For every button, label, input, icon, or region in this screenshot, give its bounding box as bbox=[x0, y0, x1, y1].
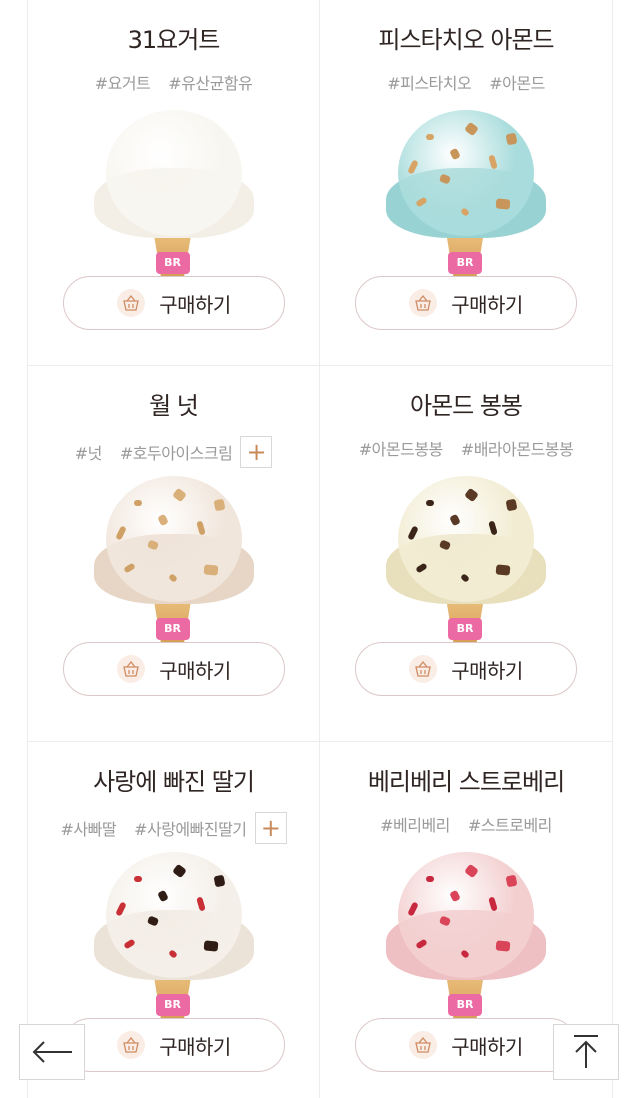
hashtag[interactable]: #아몬드 bbox=[489, 70, 545, 94]
buy-label: 구매하기 bbox=[451, 658, 523, 683]
hashtag[interactable]: #넛 bbox=[75, 440, 103, 464]
scoop bbox=[105, 110, 242, 236]
cone-logo: BR bbox=[155, 252, 190, 274]
ice-cream-image[interactable]: BR bbox=[93, 846, 254, 1020]
ice-cream-image[interactable]: BR bbox=[386, 846, 546, 1020]
cone-logo: BR bbox=[448, 618, 482, 640]
product-name: 월 넛 bbox=[149, 392, 199, 420]
buy-label: 구매하기 bbox=[159, 292, 231, 317]
basket-icon bbox=[117, 1031, 146, 1059]
inclusion bbox=[505, 498, 518, 512]
product-tags: #피스타치오 #아몬드 bbox=[320, 70, 612, 94]
cone-logo: BR bbox=[448, 994, 482, 1016]
hashtag[interactable]: #사빠딸 bbox=[60, 816, 116, 840]
hashtag[interactable]: #피스타치오 bbox=[387, 70, 472, 94]
arrow-up-to-top-icon bbox=[574, 1035, 598, 1068]
hashtag[interactable]: #베리베리 bbox=[380, 812, 450, 836]
inclusion bbox=[213, 874, 225, 888]
more-tags-button[interactable]: + bbox=[254, 812, 287, 844]
product-tags: #넛 #호두아이스크림 + bbox=[28, 436, 319, 468]
inclusion bbox=[426, 134, 434, 140]
inclusion bbox=[203, 564, 218, 576]
inclusion bbox=[495, 940, 511, 952]
product-card: 31요거트 #요거트 #유산균함유 BR 구매하기 bbox=[28, 0, 320, 366]
buy-button[interactable]: 구매하기 bbox=[355, 1018, 577, 1072]
cone-logo: BR bbox=[155, 994, 190, 1016]
product-tags: #요거트 #유산균함유 bbox=[28, 70, 319, 94]
hashtag[interactable]: #배라아몬드봉봉 bbox=[461, 436, 574, 460]
inclusion bbox=[426, 500, 434, 506]
more-tags-button[interactable]: + bbox=[240, 436, 273, 468]
ice-cream-image[interactable]: BR bbox=[386, 470, 546, 644]
product-tags: #베리베리 #스트로베리 bbox=[320, 812, 612, 836]
ice-cream-image[interactable]: BR bbox=[93, 470, 254, 644]
basket-icon bbox=[117, 289, 146, 317]
buy-button[interactable]: 구매하기 bbox=[63, 1018, 285, 1072]
product-card: 아몬드 봉봉 #아몬드봉봉 #배라아몬드봉봉 BR 구매하기 bbox=[320, 366, 612, 742]
inclusion bbox=[505, 874, 518, 888]
buy-label: 구매하기 bbox=[159, 1034, 231, 1059]
cone-logo: BR bbox=[448, 252, 482, 274]
cone-logo: BR bbox=[155, 618, 190, 640]
hashtag[interactable]: #유산균함유 bbox=[168, 70, 253, 94]
product-tags: #아몬드봉봉 #배라아몬드봉봉 bbox=[320, 436, 612, 460]
buy-label: 구매하기 bbox=[451, 1034, 523, 1059]
product-name: 아몬드 봉봉 bbox=[409, 392, 523, 420]
basket-icon bbox=[409, 289, 438, 317]
product-name: 피스타치오 아몬드 bbox=[378, 26, 554, 54]
product-name: 사랑에 빠진 딸기 bbox=[93, 768, 255, 796]
hashtag[interactable]: #사랑에빠진딸기 bbox=[134, 816, 247, 840]
buy-button[interactable]: 구매하기 bbox=[355, 642, 577, 696]
arrow-left-icon bbox=[32, 1041, 72, 1063]
ice-cream-image[interactable]: BR bbox=[93, 104, 254, 278]
buy-label: 구매하기 bbox=[159, 658, 231, 683]
inclusion bbox=[426, 876, 434, 882]
product-name: 31요거트 bbox=[127, 26, 221, 54]
product-tags: #사빠딸 #사랑에빠진딸기 + bbox=[28, 812, 319, 844]
inclusion bbox=[203, 940, 218, 952]
inclusion bbox=[133, 500, 142, 506]
hashtag[interactable]: #스트로베리 bbox=[468, 812, 553, 836]
scroll-top-button[interactable] bbox=[553, 1024, 619, 1080]
hashtag[interactable]: #호두아이스크림 bbox=[120, 440, 233, 464]
product-name: 베리베리 스트로베리 bbox=[367, 768, 565, 796]
buy-button[interactable]: 구매하기 bbox=[63, 276, 285, 330]
basket-icon bbox=[409, 655, 438, 683]
back-button[interactable] bbox=[19, 1024, 85, 1080]
product-card: 피스타치오 아몬드 #피스타치오 #아몬드 BR 구매하기 bbox=[320, 0, 612, 366]
buy-label: 구매하기 bbox=[451, 292, 523, 317]
buy-button[interactable]: 구매하기 bbox=[63, 642, 285, 696]
inclusion bbox=[495, 564, 511, 576]
inclusion bbox=[213, 498, 225, 512]
product-grid: 31요거트 #요거트 #유산균함유 BR 구매하기 피스타치오 아몬드 #피스타치… bbox=[27, 0, 613, 1098]
inclusion bbox=[505, 132, 518, 146]
product-card: 월 넛 #넛 #호두아이스크림 + BR 구매하기 bbox=[28, 366, 320, 742]
hashtag[interactable]: #아몬드봉봉 bbox=[359, 436, 444, 460]
basket-icon bbox=[409, 1031, 438, 1059]
inclusion bbox=[133, 876, 142, 882]
buy-button[interactable]: 구매하기 bbox=[355, 276, 577, 330]
basket-icon bbox=[117, 655, 146, 683]
hashtag[interactable]: #요거트 bbox=[95, 70, 151, 94]
ice-cream-image[interactable]: BR bbox=[386, 104, 546, 278]
inclusion bbox=[495, 198, 511, 210]
